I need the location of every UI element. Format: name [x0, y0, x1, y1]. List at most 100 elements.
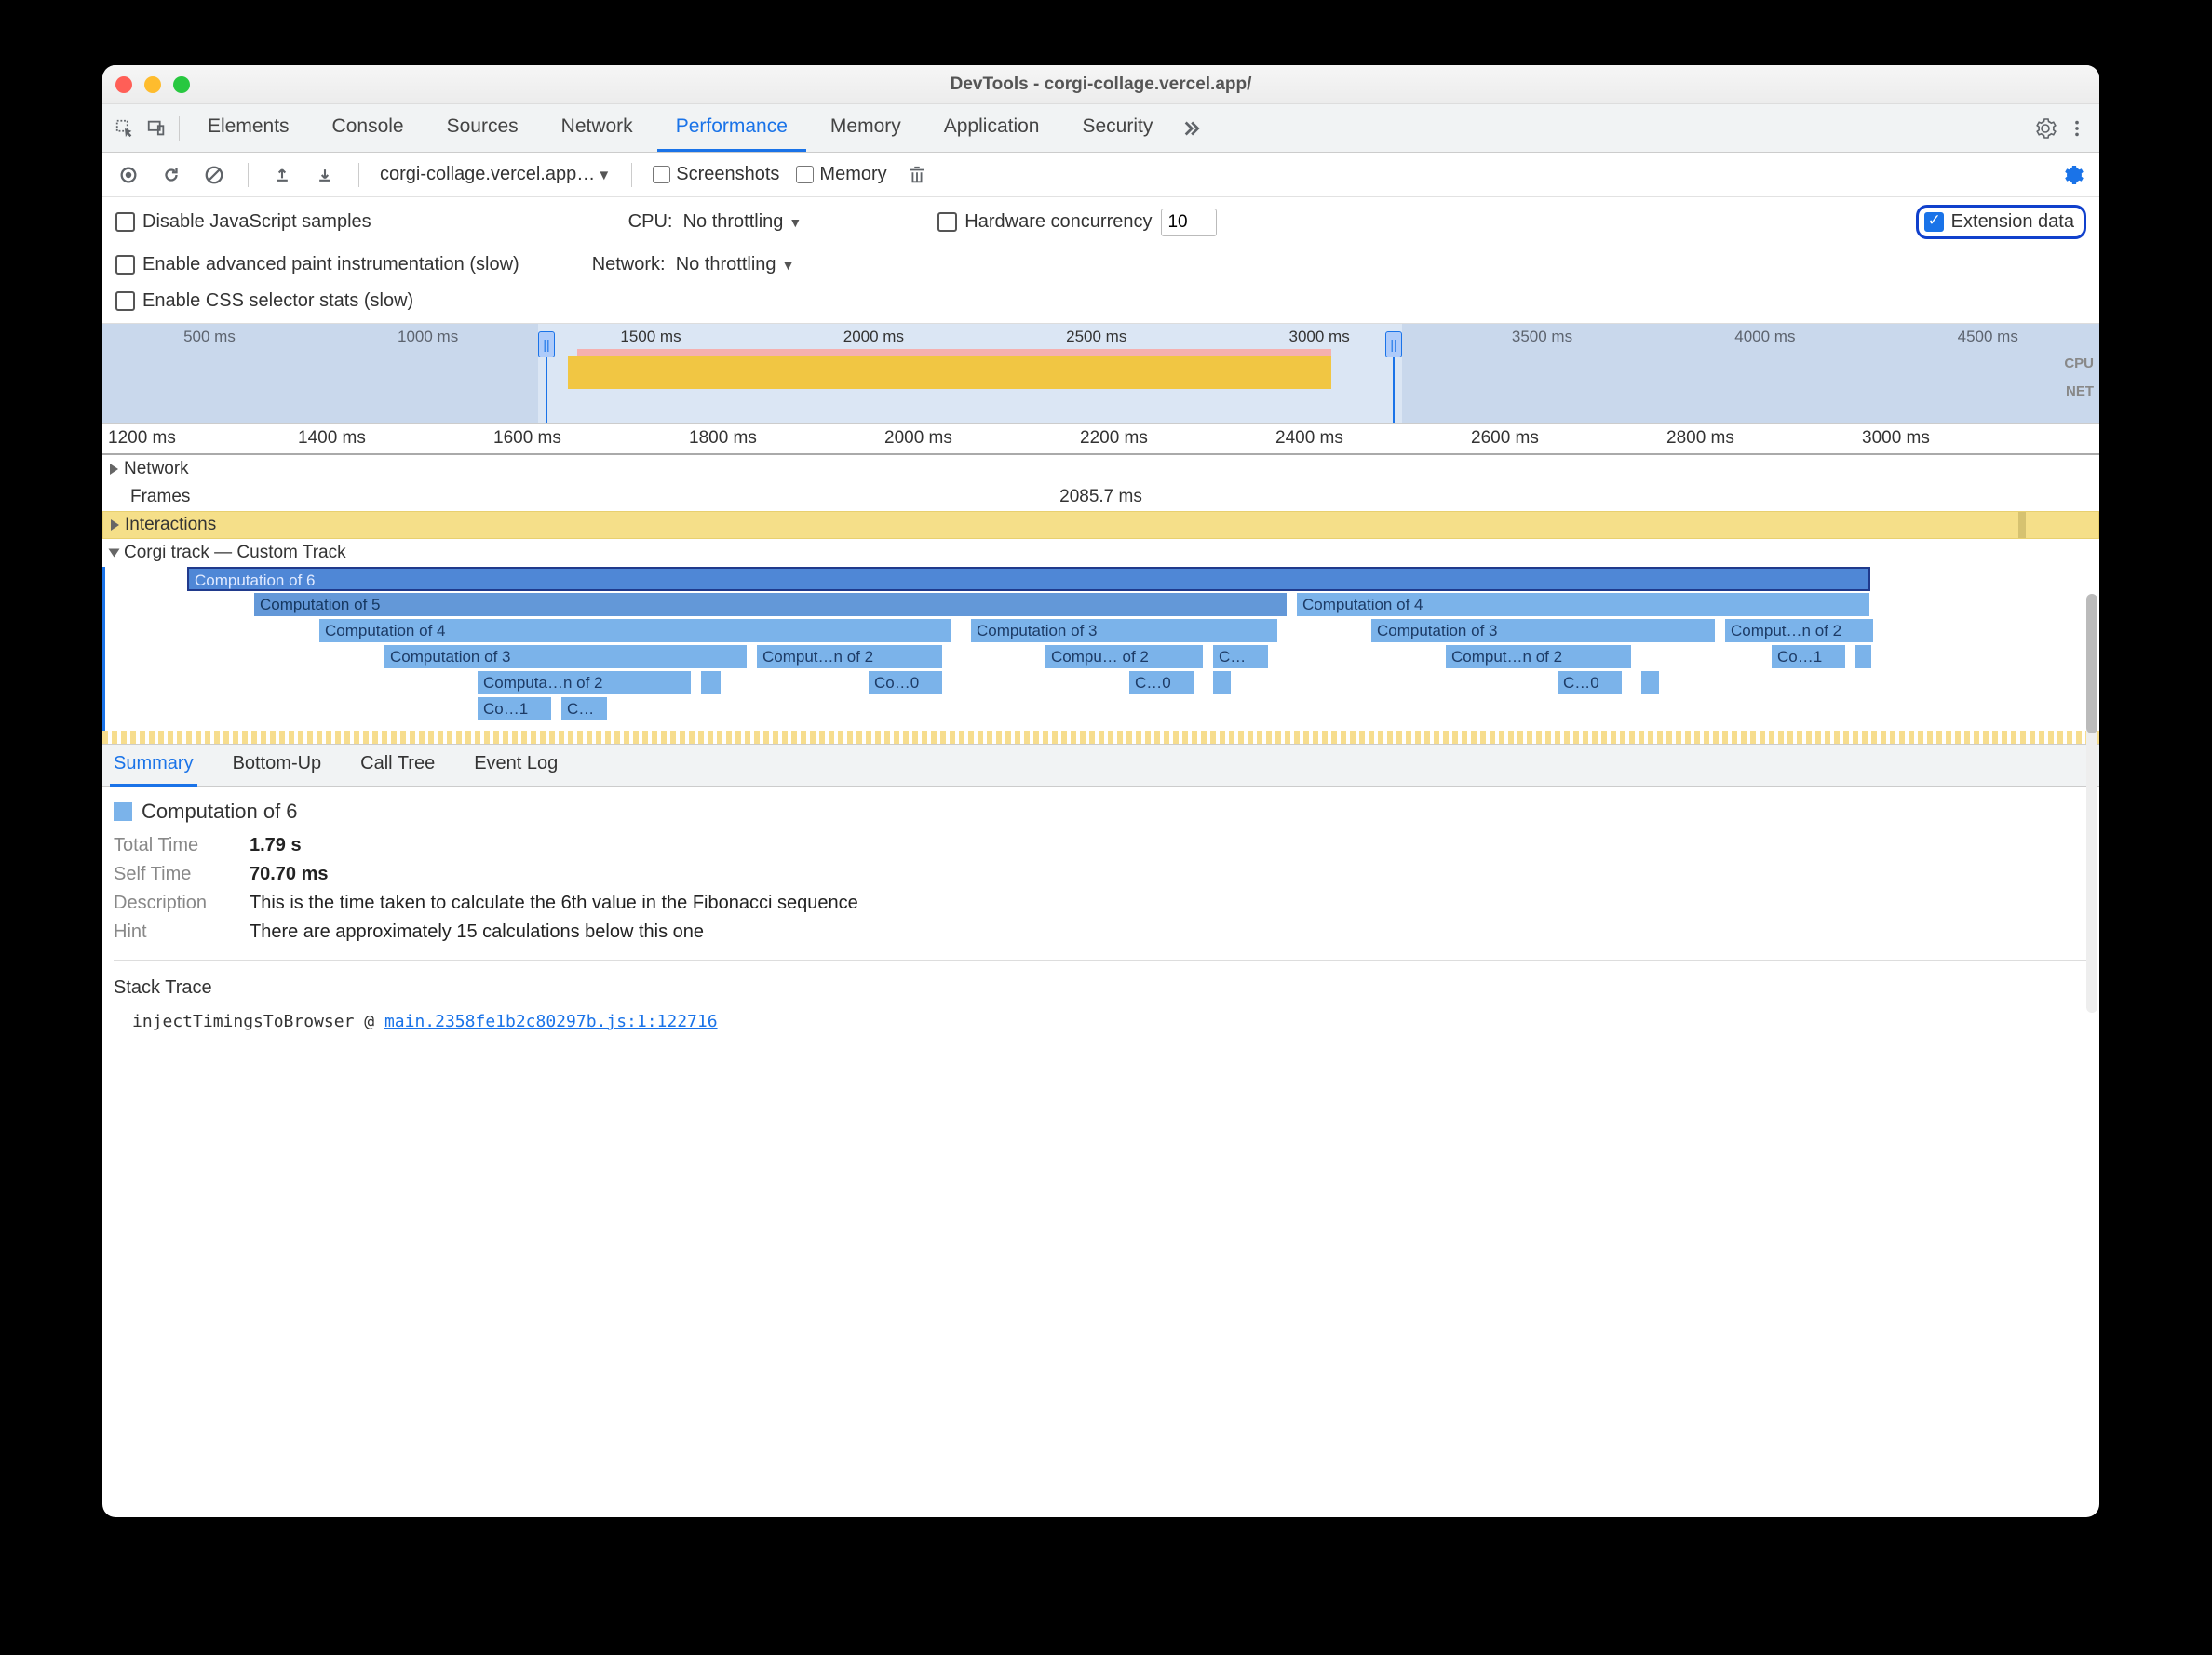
hardware-concurrency-checkbox[interactable]: Hardware concurrency [937, 211, 1152, 233]
flame-bar[interactable]: Computation of 4 [1297, 593, 1870, 617]
flame-bar[interactable]: Computation of 6 [187, 567, 1870, 591]
titlebar: DevTools - corgi-collage.vercel.app/ [102, 65, 2099, 104]
detail-tab-bottomup[interactable]: Bottom-Up [229, 744, 326, 787]
flame-bar[interactable]: C… [561, 697, 608, 721]
interactions-track[interactable]: Interactions [102, 511, 2099, 539]
kebab-icon[interactable] [2064, 115, 2090, 141]
disable-js-checkbox[interactable]: Disable JavaScript samples [115, 211, 371, 233]
interactions-marker [2018, 512, 2026, 538]
devtools-tabbar: Elements Console Sources Network Perform… [102, 104, 2099, 153]
vertical-scrollbar[interactable] [2086, 594, 2097, 1013]
options-row-2: Enable advanced paint instrumentation (s… [102, 247, 2099, 283]
overview-cpu-activity [568, 356, 1331, 389]
flame-bar[interactable]: Comput…n of 2 [757, 645, 943, 669]
custom-track-header[interactable]: Corgi track — Custom Track [102, 539, 2099, 567]
flame-bar-stub[interactable] [1213, 671, 1232, 695]
network-track-header[interactable]: Network [102, 455, 2099, 483]
summary-pane: Computation of 6 Total Time1.79 s Self T… [102, 787, 2099, 1044]
extension-data-checkbox[interactable]: Extension data [1924, 211, 2074, 233]
flame-bar[interactable]: Computa…n of 2 [478, 671, 692, 695]
flame-bar[interactable]: Computation of 3 [971, 619, 1278, 643]
frames-label: Frames [130, 487, 190, 507]
settings-icon[interactable] [2032, 115, 2058, 141]
stack-source-link[interactable]: main.2358fe1b2c80297b.js:1:122716 [384, 1012, 718, 1031]
tab-console[interactable]: Console [314, 104, 423, 152]
flame-bar[interactable]: Co…0 [869, 671, 943, 695]
flame-bar[interactable]: Computation of 3 [1371, 619, 1716, 643]
close-icon[interactable] [115, 76, 132, 93]
track-gutter [102, 731, 2099, 744]
screenshots-checkbox[interactable]: Screenshots [653, 164, 779, 185]
flame-bar[interactable]: Co…1 [478, 697, 552, 721]
flame-bar[interactable]: C…0 [1558, 671, 1623, 695]
css-stats-checkbox[interactable]: Enable CSS selector stats (slow) [115, 290, 413, 312]
network-throttle-select[interactable]: Network: No throttling ▼ [592, 254, 795, 276]
flame-bar[interactable]: C…0 [1129, 671, 1194, 695]
hardware-concurrency-input[interactable] [1161, 209, 1217, 236]
frames-track[interactable]: Frames 2085.7 ms [102, 483, 2099, 511]
tab-elements[interactable]: Elements [189, 104, 308, 152]
description-value: This is the time taken to calculate the … [250, 893, 858, 914]
advanced-paint-checkbox[interactable]: Enable advanced paint instrumentation (s… [115, 254, 519, 276]
flame-bar[interactable]: Computation of 4 [319, 619, 952, 643]
upload-icon[interactable] [269, 162, 295, 188]
description-label: Description [114, 893, 235, 914]
tab-security[interactable]: Security [1063, 104, 1171, 152]
more-tabs-icon[interactable] [1177, 115, 1203, 141]
separator [179, 116, 180, 141]
record-icon[interactable] [115, 162, 142, 188]
tab-sources[interactable]: Sources [428, 104, 537, 152]
minimize-icon[interactable] [144, 76, 161, 93]
inspect-icon[interactable] [112, 115, 138, 141]
page-selector[interactable]: corgi-collage.vercel.app… ▼ [380, 164, 611, 185]
hint-value: There are approximately 15 calculations … [250, 922, 704, 943]
overview-timeline[interactable]: 500 ms1000 ms1500 ms 2000 ms2500 ms3000 … [102, 323, 2099, 424]
divider [114, 960, 2088, 961]
selection-line-right [1393, 357, 1395, 423]
garbage-collect-icon[interactable] [904, 162, 930, 188]
tracks-area: Network Frames 2085.7 ms Interactions Co… [102, 455, 2099, 744]
scrollbar-thumb[interactable] [2086, 594, 2097, 733]
self-time-label: Self Time [114, 864, 235, 885]
hint-label: Hint [114, 922, 235, 943]
overview-dim-right [1402, 324, 2099, 423]
cpu-throttle-select[interactable]: CPU: No throttling ▼ [628, 211, 803, 233]
options-row-1: Disable JavaScript samples CPU: No throt… [102, 197, 2099, 247]
ruler[interactable]: 1200 ms 1400 ms 1600 ms 1800 ms 2000 ms … [102, 424, 2099, 455]
separator [631, 163, 632, 187]
flame-bar-stub[interactable] [1855, 645, 1872, 669]
tab-application[interactable]: Application [925, 104, 1059, 152]
flame-bar[interactable]: Comput…n of 2 [1725, 619, 1874, 643]
perf-settings-icon[interactable] [2060, 162, 2086, 188]
stack-trace-line: injectTimingsToBrowser @ main.2358fe1b2c… [114, 1012, 2088, 1031]
flame-bar[interactable]: Computation of 3 [384, 645, 748, 669]
download-icon[interactable] [312, 162, 338, 188]
flame-bar-stub[interactable] [701, 671, 722, 695]
selection-handle-right[interactable]: || [1385, 331, 1402, 357]
tab-network[interactable]: Network [543, 104, 652, 152]
extension-data-highlight: Extension data [1916, 205, 2086, 239]
selection-handle-left[interactable]: || [538, 331, 555, 357]
flame-bar[interactable]: Co…1 [1772, 645, 1846, 669]
flame-bar[interactable]: C… [1213, 645, 1269, 669]
flame-bar[interactable]: Comput…n of 2 [1446, 645, 1632, 669]
detail-tab-eventlog[interactable]: Event Log [470, 744, 561, 787]
flame-chart[interactable]: Computation of 6Computation of 5Computat… [102, 567, 2099, 731]
reload-record-icon[interactable] [158, 162, 184, 188]
device-toggle-icon[interactable] [143, 115, 169, 141]
frames-value: 2085.7 ms [1059, 487, 1142, 507]
tab-performance[interactable]: Performance [657, 104, 806, 152]
overview-dim-left [102, 324, 538, 423]
tab-memory[interactable]: Memory [812, 104, 920, 152]
memory-checkbox[interactable]: Memory [796, 164, 886, 185]
clear-icon[interactable] [201, 162, 227, 188]
flame-bar-stub[interactable] [1641, 671, 1660, 695]
zoom-icon[interactable] [173, 76, 190, 93]
flame-bar[interactable]: Compu… of 2 [1045, 645, 1204, 669]
detail-tab-calltree[interactable]: Call Tree [357, 744, 438, 787]
flame-bar[interactable]: Computation of 5 [254, 593, 1288, 617]
detail-tab-summary[interactable]: Summary [110, 744, 197, 787]
total-time-label: Total Time [114, 835, 235, 856]
detail-tabbar: Summary Bottom-Up Call Tree Event Log [102, 744, 2099, 787]
options-row-3: Enable CSS selector stats (slow) [102, 283, 2099, 323]
